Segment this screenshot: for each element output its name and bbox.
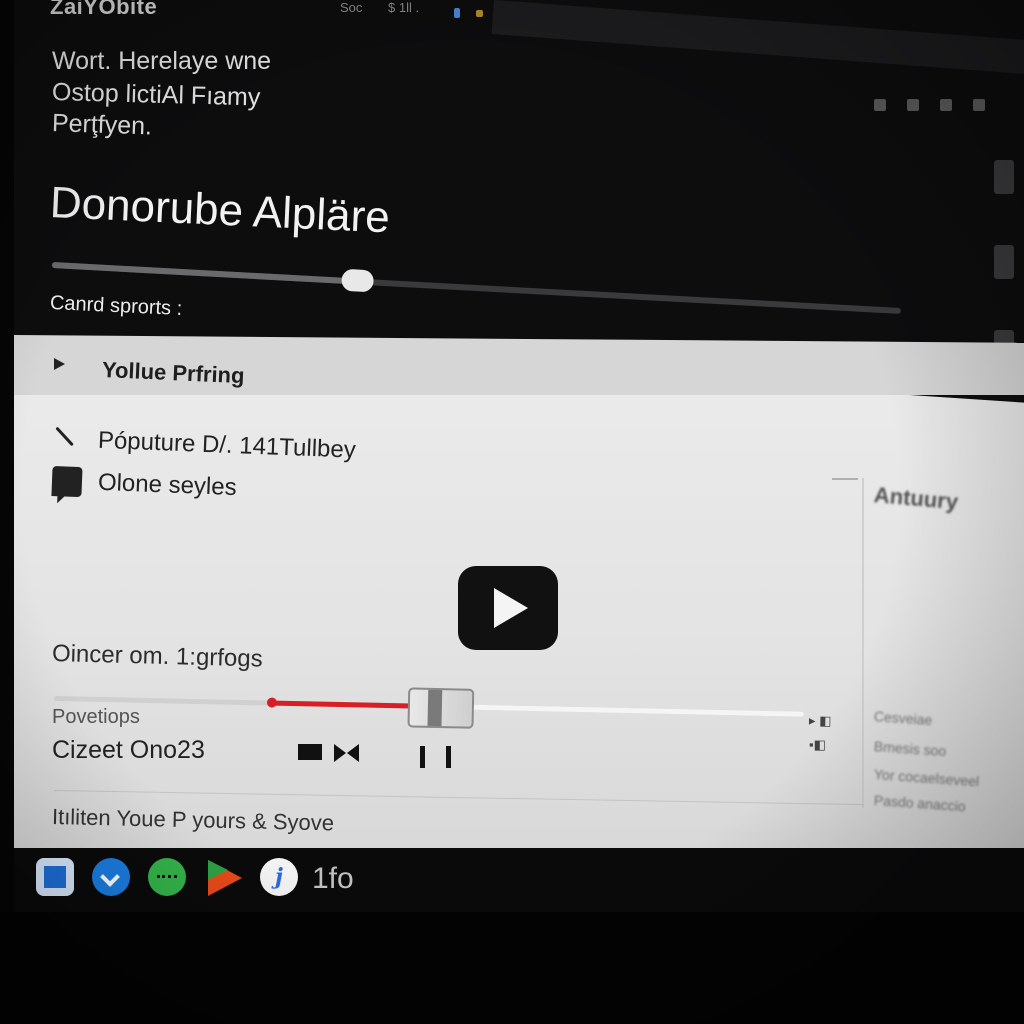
phone-icon: [51, 424, 82, 455]
volume-icon[interactable]: ▸ ◧: [809, 713, 832, 729]
rail-item-2[interactable]: [994, 245, 1014, 279]
play-button[interactable]: [458, 566, 558, 650]
hero-caption: Canrd sprorts :: [49, 292, 183, 320]
counter-text: Cizeet Ono23: [52, 736, 205, 764]
playback-start-dot: [266, 697, 277, 708]
expand-icon[interactable]: [54, 358, 65, 370]
minimize-icon[interactable]: [874, 99, 886, 111]
dock-label: 1fo: [312, 862, 354, 895]
monitor-bezel: [0, 912, 1024, 1024]
jira-icon[interactable]: j: [260, 858, 298, 896]
restore-icon[interactable]: [907, 99, 919, 111]
tab-meta-1: Soc: [340, 0, 363, 15]
play-icon: [494, 588, 528, 628]
app-brand: ZaiYObite: [50, 0, 158, 19]
column-divider: [862, 478, 864, 808]
info-icon[interactable]: [454, 8, 460, 18]
right-column: Antuury Cesveiae Bmesis soo Yor cocaelse…: [873, 482, 1024, 814]
close-icon[interactable]: [973, 99, 985, 111]
intro-text: Wort. Herelaye wne Ostop lictiAl Fıamy P…: [52, 46, 272, 140]
hero-slider-fill: [51, 262, 358, 285]
screen: ZaiYObite Soc $ 1ll . Wort. Herelaye wne…: [0, 0, 1024, 1024]
play-store-accent: [208, 860, 228, 880]
star-icon[interactable]: [476, 10, 483, 17]
window-controls: [874, 98, 1006, 116]
top-bar: ZaiYObite Soc $ 1ll .: [14, 0, 1024, 30]
settings-icon[interactable]: ▪◧: [809, 737, 826, 753]
pause-icon[interactable]: [418, 746, 452, 768]
list-item-label: Olone seyles: [97, 468, 238, 502]
playback-remaining: [453, 704, 804, 717]
hero-slider-thumb[interactable]: [341, 268, 375, 293]
messenger-icon[interactable]: [92, 858, 130, 896]
playback-handle[interactable]: [407, 687, 475, 729]
stop-icon[interactable]: [298, 744, 322, 760]
message-icon: [51, 466, 83, 498]
messages-icon[interactable]: [148, 858, 186, 896]
rail-item-1[interactable]: [994, 160, 1014, 194]
status-text: Oincer om. 1:grfogs: [51, 640, 264, 673]
page-title: Donorube Alpläre: [48, 178, 391, 243]
playback-progress: [271, 700, 414, 709]
intro-line-3: Perţfyen.: [51, 109, 153, 141]
intro-line-1: Wort. Herelaye wne: [52, 47, 272, 75]
tab-meta: Soc $ 1ll .: [340, 0, 441, 15]
more-icon[interactable]: [832, 478, 858, 480]
tab-meta-2: $ 1ll .: [388, 0, 420, 15]
monitor: ZaiYObite Soc $ 1ll . Wort. Herelaye wne…: [14, 0, 1024, 912]
section-label: Povetiops: [52, 706, 140, 728]
maximize-icon[interactable]: [940, 99, 952, 111]
finder-icon[interactable]: [36, 858, 74, 896]
